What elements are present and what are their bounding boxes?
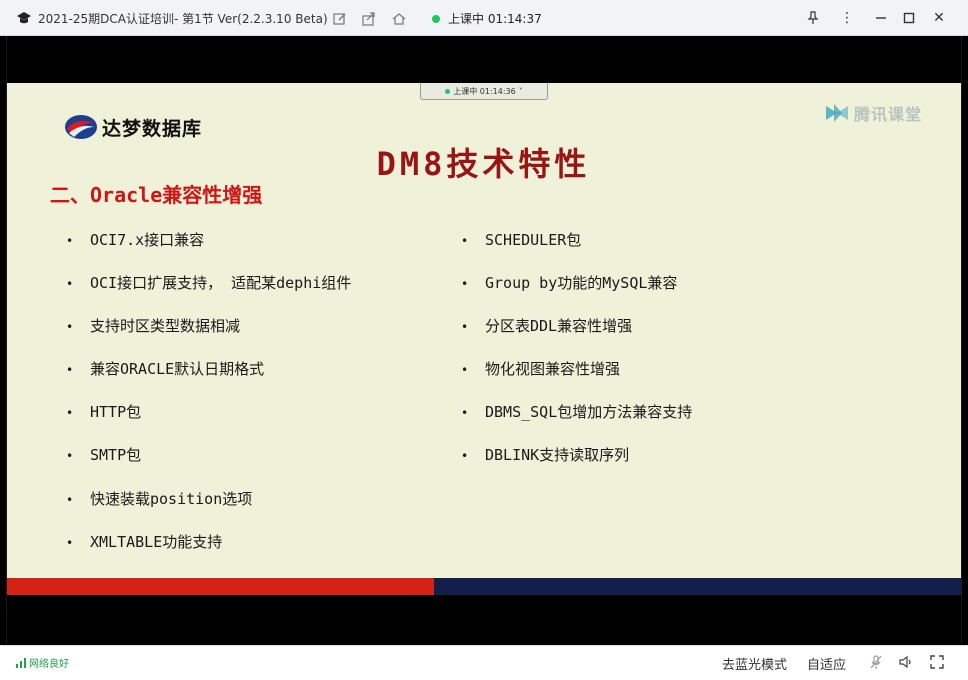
more-icon[interactable]: ⋮ — [838, 9, 856, 27]
share-icon[interactable] — [362, 12, 376, 26]
list-item: • DBLINK支持读取序列 — [461, 446, 630, 464]
list-item: • 兼容ORACLE默认日期格式 — [66, 360, 265, 378]
blue-light-mode-button[interactable]: 去蓝光模式 — [722, 654, 787, 673]
list-item: • 分区表DDL兼容性增强 — [461, 317, 633, 335]
title-bar: 2021-25期DCA认证培训- 第1节 Ver(2.2.3.10 Beta) … — [0, 0, 968, 36]
auto-fit-button[interactable]: 自适应 — [807, 654, 846, 673]
brand-name: 达梦数据库 — [102, 117, 203, 140]
floating-timer[interactable]: 上课中 01:14:36 ˅ — [420, 83, 548, 100]
pin-icon[interactable] — [804, 9, 822, 27]
maximize-icon[interactable] — [900, 9, 918, 27]
floating-timer-text: 上课中 01:14:36 — [453, 86, 516, 96]
list-item: • SMTP包 — [66, 446, 142, 464]
network-status: 网络良好 — [16, 655, 69, 670]
minimize-icon[interactable] — [872, 9, 890, 27]
list-item: • 支持时区类型数据相减 — [66, 317, 241, 335]
watermark-text: 腾讯课堂 — [854, 105, 923, 124]
watermark: 腾讯课堂 — [824, 101, 922, 125]
list-item: • DBMS_SQL包增加方法兼容支持 — [461, 403, 693, 421]
mic-off-icon[interactable] — [868, 654, 884, 670]
dameng-logo-icon — [65, 115, 97, 139]
list-item: • 物化视图兼容性增强 — [461, 360, 621, 378]
close-icon[interactable]: ✕ — [930, 9, 948, 27]
footer-bar-red — [6, 578, 434, 595]
window-title: 2021-25期DCA认证培训- 第1节 Ver(2.2.3.10 Beta) — [38, 12, 328, 26]
tencent-classroom-icon — [826, 104, 848, 122]
footer-bar-navy — [434, 578, 961, 595]
slide: 上课中 01:14:36 ˅ 达梦数据库 腾讯课堂 DM8技术特性 二、Orac… — [6, 83, 961, 595]
list-item: • OCI接口扩展支持， 适配某dephi组件 — [66, 274, 352, 292]
network-status-text: 网络良好 — [29, 659, 69, 670]
volume-icon[interactable] — [898, 654, 914, 670]
live-indicator-dot — [445, 88, 451, 94]
list-item: • OCI7.x接口兼容 — [66, 231, 205, 249]
list-item: • 快速装载position选项 — [66, 490, 253, 508]
list-item: • Group by功能的MySQL兼容 — [461, 274, 678, 292]
app-logo-icon — [17, 12, 31, 24]
home-icon[interactable] — [392, 12, 406, 26]
list-item: • HTTP包 — [66, 403, 142, 421]
chevron-down-icon: ˅ — [518, 86, 523, 96]
section-title: 二、Oracle兼容性增强 — [50, 183, 263, 207]
list-item: • XMLTABLE功能支持 — [66, 533, 223, 551]
fullscreen-icon[interactable] — [929, 654, 945, 670]
signal-icon — [16, 657, 26, 668]
status-bar: 网络良好 去蓝光模式 自适应 — [0, 645, 968, 680]
live-status: 上课中 01:14:37 — [448, 12, 542, 26]
edit-icon[interactable] — [333, 12, 347, 26]
list-item: • SCHEDULER包 — [461, 231, 582, 249]
live-indicator-dot — [432, 15, 440, 23]
